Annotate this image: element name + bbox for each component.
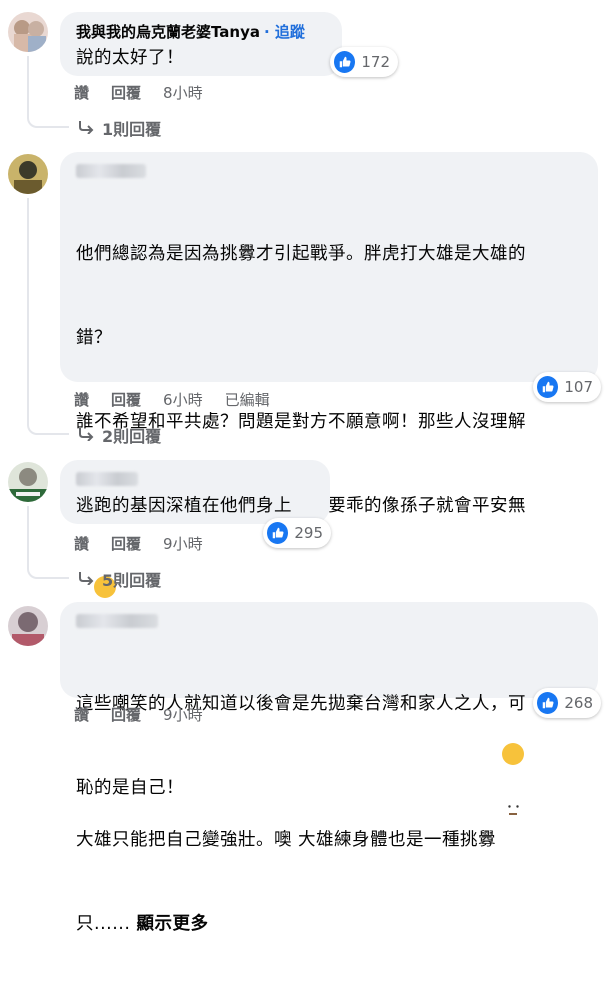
text-line: 只...... 顯示更多 xyxy=(76,914,209,934)
thread-line xyxy=(27,198,69,435)
comment-bubble: 他們總認為是因為挑釁才引起戰爭。胖虎打大雄是大雄的 錯？ 誰不希望和平共處？問題… xyxy=(60,152,598,934)
like-count: 268 xyxy=(564,694,593,712)
see-more-link[interactable]: 顯示更多 xyxy=(136,914,208,934)
comment-text: 這些嘲笑的人就知道以後會是先拋棄台灣和家人之人，可 恥的是自己！ xyxy=(76,634,582,858)
comment-actions: 讚 回覆 8小時 xyxy=(74,82,225,103)
reply-arrow-icon xyxy=(78,426,94,445)
thread-line xyxy=(27,506,69,579)
view-replies-button[interactable]: 2則回覆 xyxy=(78,423,161,447)
timestamp[interactable]: 6小時 xyxy=(163,389,203,410)
timestamp[interactable]: 9小時 xyxy=(163,704,203,725)
reply-button[interactable]: 回覆 xyxy=(111,82,141,103)
reply-button[interactable]: 回覆 xyxy=(111,704,141,725)
comment-author[interactable] xyxy=(76,614,158,628)
thread-line xyxy=(27,56,69,128)
comment-author[interactable] xyxy=(76,164,146,178)
like-button[interactable]: 讚 xyxy=(74,389,89,410)
like-button[interactable]: 讚 xyxy=(74,533,89,554)
text-line: 恥的是自己！ xyxy=(76,778,184,798)
comment-actions: 讚 回覆 9小時 xyxy=(74,704,225,725)
like-button[interactable]: 讚 xyxy=(74,82,89,103)
reaction-count[interactable]: 295 xyxy=(263,518,331,548)
reply-arrow-icon xyxy=(78,570,94,589)
comment-author[interactable]: 我與我的烏克蘭老婆Tanya xyxy=(76,22,260,42)
like-count: 107 xyxy=(564,378,593,396)
comment-actions: 讚 回覆 6小時 已編輯 xyxy=(74,389,292,410)
view-replies-button[interactable]: 5則回覆 xyxy=(78,567,161,591)
comment-bubble: 我與我的烏克蘭老婆Tanya · 追蹤 說的太好了！ xyxy=(60,12,342,76)
comment-bubble: 逃跑的基因深植在他們身上 xyxy=(60,460,330,524)
reply-button[interactable]: 回覆 xyxy=(111,533,141,554)
comment-author[interactable] xyxy=(76,472,138,486)
follow-link[interactable]: · 追蹤 xyxy=(264,22,305,42)
view-replies-button[interactable]: 1則回覆 xyxy=(78,116,161,140)
reaction-count[interactable]: 172 xyxy=(330,47,398,77)
thumbs-up-icon xyxy=(537,692,559,714)
thumbs-up-icon xyxy=(267,522,289,544)
reaction-count[interactable]: 107 xyxy=(533,372,601,402)
edited-label[interactable]: 已編輯 xyxy=(225,389,270,410)
comment-actions: 讚 回覆 9小時 xyxy=(74,533,225,554)
avatar[interactable] xyxy=(8,462,48,502)
avatar[interactable] xyxy=(8,12,48,52)
timestamp[interactable]: 9小時 xyxy=(163,533,203,554)
reaction-count[interactable]: 268 xyxy=(533,688,601,718)
comment-text: 逃跑的基因深植在他們身上 xyxy=(76,496,292,516)
like-count: 172 xyxy=(361,53,390,71)
reply-button[interactable]: 回覆 xyxy=(111,389,141,410)
avatar[interactable] xyxy=(8,606,48,646)
reply-arrow-icon xyxy=(78,119,94,138)
thumbs-up-icon xyxy=(537,376,559,398)
replies-label: 1則回覆 xyxy=(102,120,162,139)
like-count: 295 xyxy=(294,524,323,542)
comment-bubble: 這些嘲笑的人就知道以後會是先拋棄台灣和家人之人，可 恥的是自己！ xyxy=(60,602,598,798)
avatar[interactable] xyxy=(8,154,48,194)
replies-label: 2則回覆 xyxy=(102,427,162,446)
like-button[interactable]: 讚 xyxy=(74,704,89,725)
text-line: 錯？ xyxy=(76,328,112,348)
timestamp[interactable]: 8小時 xyxy=(163,82,203,103)
replies-label: 5則回覆 xyxy=(102,571,162,590)
thumbs-up-icon xyxy=(334,51,356,73)
text-line: 他們總認為是因為挑釁才引起戰爭。胖虎打大雄是大雄的 xyxy=(76,244,526,264)
comment-text: 說的太好了！ xyxy=(76,48,184,68)
